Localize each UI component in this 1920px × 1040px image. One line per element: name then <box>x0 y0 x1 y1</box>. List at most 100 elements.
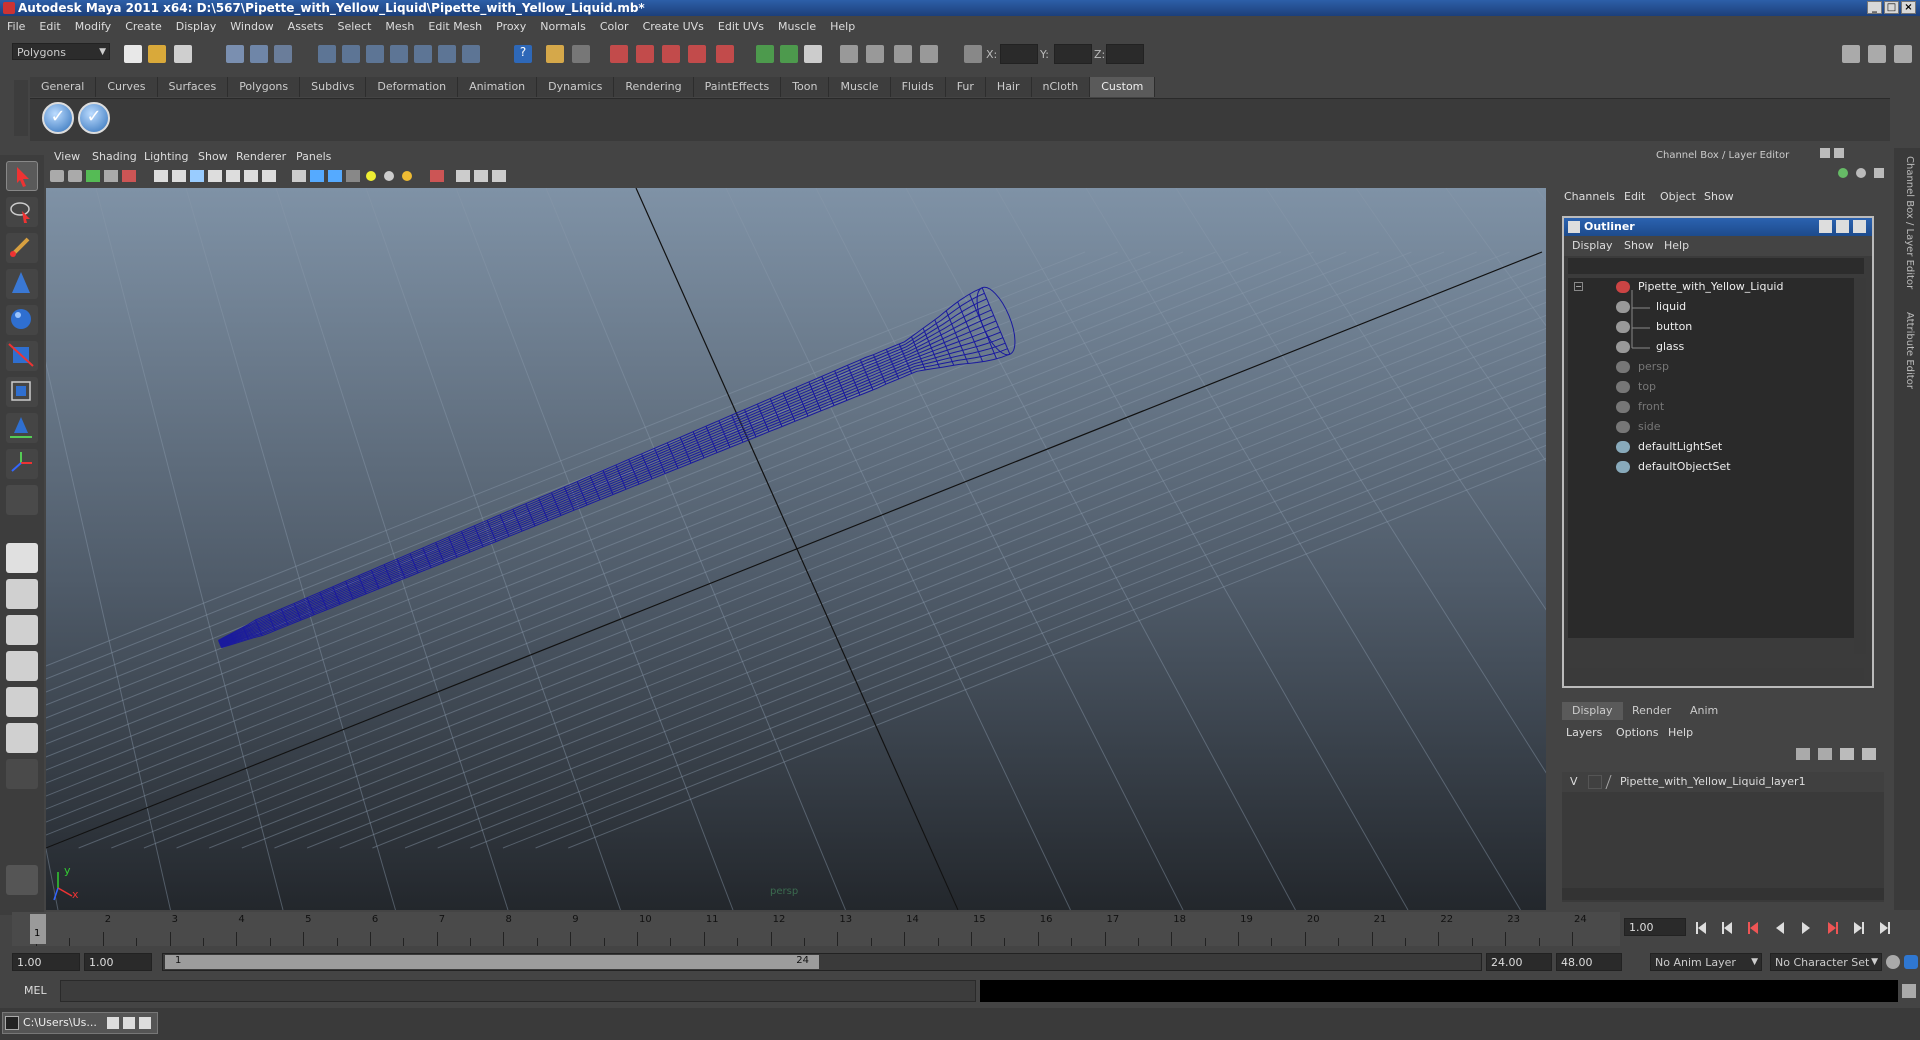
shelf-tab-muscle[interactable]: Muscle <box>829 77 891 97</box>
menu-normals[interactable]: Normals <box>533 20 593 33</box>
shelf-tab-fur[interactable]: Fur <box>945 77 986 97</box>
bookmark-icon[interactable] <box>86 170 100 182</box>
scale-tool-icon[interactable] <box>6 341 38 371</box>
viewport-menu-renderer[interactable]: Renderer <box>236 150 286 163</box>
playback-start-field[interactable]: 1.00 <box>84 953 152 971</box>
name-field-icon[interactable] <box>780 45 798 63</box>
menu-select[interactable]: Select <box>330 20 378 33</box>
step-forward-key-icon[interactable] <box>1854 922 1864 934</box>
shelf-tab-polygons[interactable]: Polygons <box>228 77 301 97</box>
perspective-viewport[interactable]: y x persp <box>46 188 1546 910</box>
taskbar-maximize-icon[interactable] <box>123 1017 135 1029</box>
maximize-button[interactable]: □ <box>1884 1 1899 14</box>
help-icon[interactable]: ? <box>514 45 532 63</box>
outliner-minimize-button[interactable] <box>1819 220 1832 233</box>
save-scene-icon[interactable] <box>174 45 192 63</box>
layout-options-handle[interactable] <box>6 759 38 789</box>
menu-edit-uvs[interactable]: Edit UVs <box>711 20 771 33</box>
render-settings-icon[interactable] <box>662 45 680 63</box>
outliner-persp-layout-icon[interactable] <box>6 615 38 645</box>
close-button[interactable]: × <box>1901 1 1916 14</box>
outliner-horizontal-scrollbar[interactable] <box>1568 668 1864 680</box>
ipr-render-icon[interactable] <box>636 45 654 63</box>
move-layer-up-icon[interactable] <box>1796 748 1810 760</box>
command-input[interactable] <box>60 980 976 1002</box>
go-to-end-icon[interactable] <box>1880 922 1890 934</box>
input-line-icon[interactable] <box>756 45 774 63</box>
shelf-tab-animation[interactable]: Animation <box>458 77 538 97</box>
menu-muscle[interactable]: Muscle <box>771 20 823 33</box>
collapse-node-icon[interactable]: − <box>1574 282 1583 291</box>
viewport-menu-panels[interactable]: Panels <box>296 150 331 163</box>
xray-joints-icon[interactable] <box>328 170 342 182</box>
camera-icon[interactable] <box>572 45 590 63</box>
viewport-menu-view[interactable]: View <box>54 150 80 163</box>
y-field[interactable] <box>1054 44 1092 64</box>
paint-select-tool-icon[interactable] <box>6 233 38 263</box>
outliner-tree[interactable]: − Pipette_with_Yellow_Liquid liquid butt… <box>1568 278 1854 638</box>
bonus-tool-icon[interactable] <box>6 865 38 895</box>
checkmark-shelf-button-icon[interactable]: ✓ <box>42 102 74 134</box>
hyper-icon[interactable] <box>1874 168 1884 178</box>
render-view-icon[interactable] <box>716 45 734 63</box>
viewport-menu-lighting[interactable]: Lighting <box>144 150 188 163</box>
manipulator-tool-icon[interactable] <box>6 377 38 407</box>
lock-icon[interactable] <box>546 45 564 63</box>
isolate-icon[interactable] <box>292 170 306 182</box>
wireframe-icon[interactable] <box>208 170 222 182</box>
construction-icon[interactable] <box>462 45 480 63</box>
outliner-item[interactable]: Pipette_with_Yellow_Liquid <box>1638 280 1783 293</box>
animation-start-field[interactable]: 1.00 <box>12 953 80 971</box>
channel-box-side-tab[interactable]: Channel Box / Layer Editor <box>1897 156 1915 289</box>
select-object-icon[interactable] <box>250 45 268 63</box>
outliner-item[interactable]: side <box>1638 420 1661 433</box>
layer-editor-toggle-icon[interactable] <box>894 45 912 63</box>
menu-edit-mesh[interactable]: Edit Mesh <box>421 20 489 33</box>
menu-set-dropdown[interactable]: Polygons ▼ <box>12 43 110 60</box>
range-slider-handle[interactable]: 1 24 <box>165 955 819 969</box>
select-camera-icon[interactable] <box>430 170 444 182</box>
layer-tab-display[interactable]: Display <box>1562 702 1623 720</box>
tool-settings-toggle-icon[interactable] <box>1894 45 1912 63</box>
current-frame-marker[interactable]: 1 <box>30 914 46 944</box>
hypershade-icon[interactable] <box>688 45 706 63</box>
shelf-tab-deformation[interactable]: Deformation <box>366 77 459 97</box>
manipulator-icon[interactable] <box>1838 168 1848 178</box>
move-layer-down-icon[interactable] <box>1818 748 1832 760</box>
outliner-item[interactable]: front <box>1638 400 1664 413</box>
panel-layout-icon[interactable] <box>1842 45 1860 63</box>
outliner-item[interactable]: defaultObjectSet <box>1638 460 1731 473</box>
play-backward-icon[interactable] <box>1776 922 1784 934</box>
camera-attributes-icon[interactable] <box>68 170 82 182</box>
snap-surface-icon[interactable] <box>414 45 432 63</box>
single-perspective-layout-icon[interactable] <box>6 543 38 573</box>
outliner-vertical-scrollbar[interactable] <box>1854 278 1866 654</box>
camera-icon[interactable] <box>50 170 64 182</box>
channel-box-toggle-icon[interactable] <box>866 45 884 63</box>
range-slider-track[interactable]: 1 24 <box>162 953 1482 971</box>
render-icon[interactable] <box>610 45 628 63</box>
menu-mesh[interactable]: Mesh <box>378 20 421 33</box>
go-to-start-icon[interactable] <box>1696 922 1706 934</box>
outliner-item[interactable]: top <box>1638 380 1656 393</box>
shelf-tab-dynamics[interactable]: Dynamics <box>537 77 615 97</box>
anim-layer-dropdown[interactable]: No Anim Layer ▼ <box>1650 953 1762 971</box>
scene-canvas[interactable] <box>46 188 1546 910</box>
preferences-icon[interactable] <box>1904 955 1918 969</box>
time-slider[interactable]: 123456789101112131415161718192021222324 … <box>12 912 1620 946</box>
outliner-close-button[interactable] <box>1853 220 1866 233</box>
z-field[interactable] <box>1106 44 1144 64</box>
new-scene-icon[interactable] <box>124 45 142 63</box>
checkmark-shelf-button-icon[interactable]: ✓ <box>78 102 110 134</box>
outliner-filter-field[interactable] <box>1568 258 1864 274</box>
options-menu[interactable]: Options <box>1616 726 1658 739</box>
outliner-menu-help[interactable]: Help <box>1664 239 1689 252</box>
default-light-icon[interactable] <box>366 171 376 181</box>
menu-display[interactable]: Display <box>169 20 224 33</box>
menu-edit[interactable]: Edit <box>32 20 67 33</box>
film-gate-icon[interactable] <box>122 170 136 182</box>
menu-proxy[interactable]: Proxy <box>489 20 533 33</box>
playback-end-field[interactable]: 24.00 <box>1486 953 1552 971</box>
menu-color[interactable]: Color <box>593 20 636 33</box>
last-tool-slot[interactable] <box>6 485 38 515</box>
